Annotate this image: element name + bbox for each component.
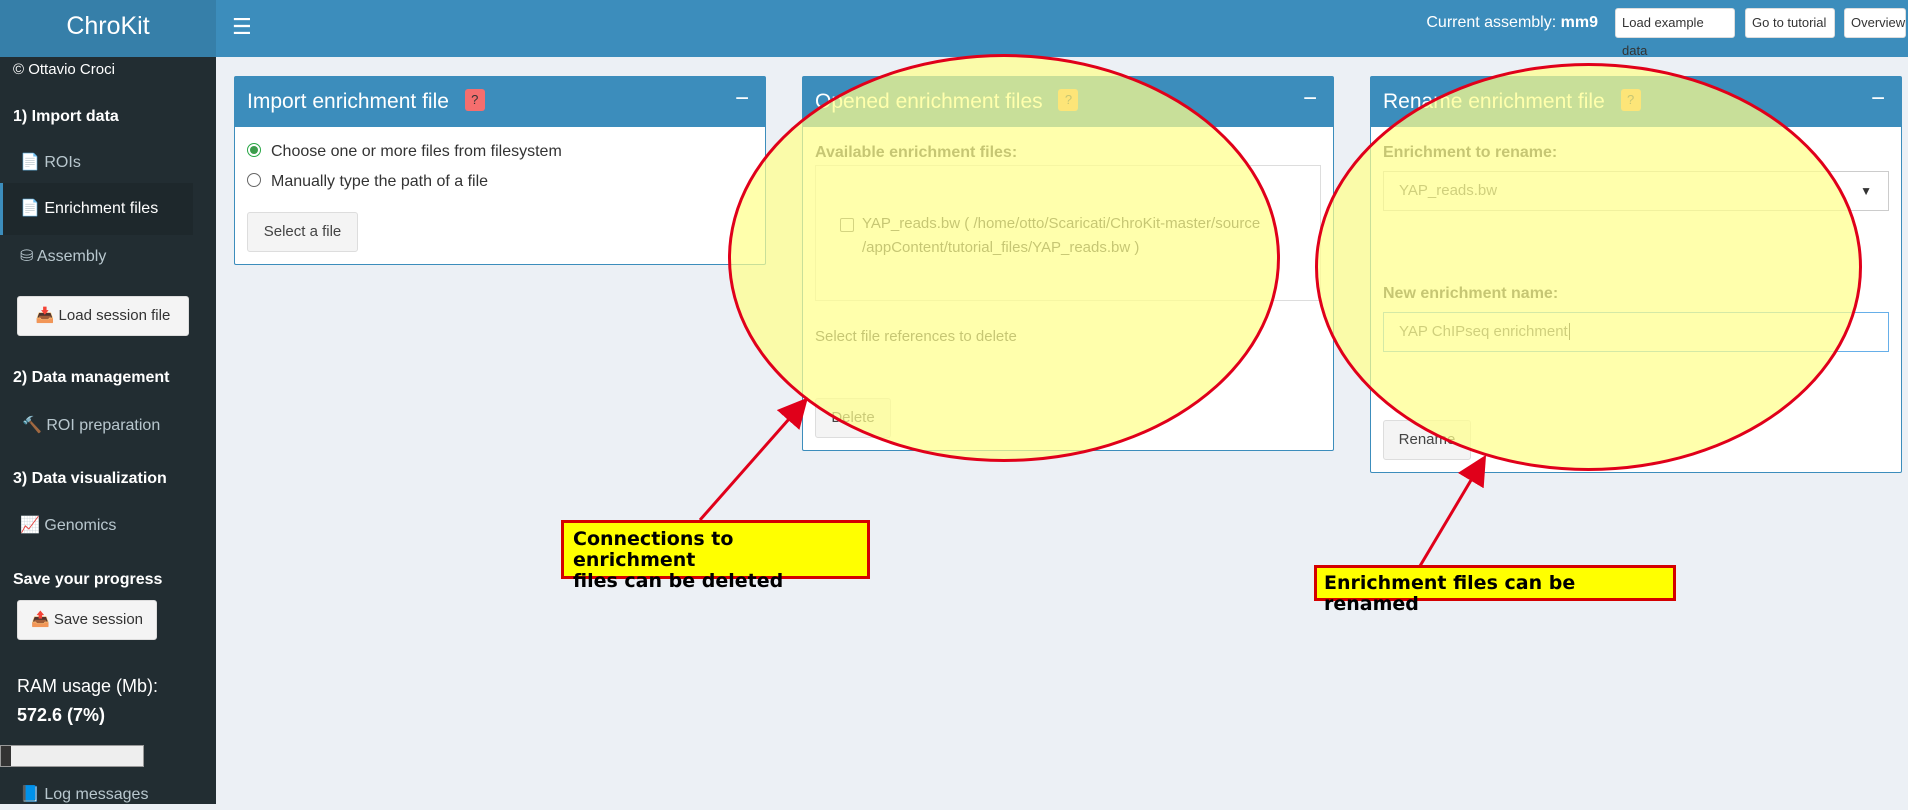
section-import-data: 1) Import data (13, 108, 119, 125)
go-to-tutorial-button[interactable]: Go to tutorial (1745, 8, 1835, 38)
new-name-label: New enrichment name: (1383, 285, 1559, 302)
sidebar-item-genomics[interactable]: 📈 Genomics (0, 506, 193, 546)
import-enrichment-box: Import enrichment file ? − Choose one or… (234, 76, 766, 265)
box-title: Import enrichment file ? (247, 89, 485, 114)
help-icon[interactable]: ? (1620, 89, 1641, 112)
opened-enrichment-box: Opened enrichment files ? − Available en… (802, 76, 1334, 451)
import-box-title: Import enrichment file (247, 90, 449, 113)
delete-button[interactable]: Delete (815, 398, 891, 438)
current-assembly: Current assembly: mm9 (1426, 14, 1598, 32)
file-export-icon: 📤 (30, 611, 50, 628)
save-session-button[interactable]: 📤 Save session (17, 600, 157, 640)
hammer-icon: 🔨 (22, 417, 42, 434)
enrichment-select[interactable]: YAP_reads.bw ▼ (1383, 171, 1889, 211)
sidebar-item-label: ROI preparation (46, 417, 161, 434)
sidebar-item-enrichment-files[interactable]: 📄 Enrichment files (0, 183, 193, 235)
sidebar-item-label: Log messages (44, 786, 149, 803)
box-header: Import enrichment file ? − (235, 77, 765, 127)
callout-delete: Connections to enrichment files can be d… (561, 520, 870, 592)
sidebar-item-log-messages[interactable]: 📘 Log messages (0, 780, 193, 810)
input-value: YAP ChIPseq enrichment (1399, 323, 1568, 340)
area-chart-icon: 📈 (20, 517, 40, 534)
caret-down-icon: ▼ (1860, 184, 1872, 198)
radio-button-checked[interactable] (247, 142, 261, 157)
book-icon: 📘 (20, 786, 40, 803)
help-icon[interactable]: ? (1058, 89, 1079, 112)
opened-box-title: Opened enrichment files (815, 90, 1043, 113)
load-example-data-button[interactable]: Load example data (1615, 8, 1735, 58)
load-session-label: Load session file (58, 307, 171, 324)
box-title: Opened enrichment files ? (815, 89, 1079, 114)
file-icon: 📄 (20, 200, 40, 217)
box-title: Rename enrichment file ? (1383, 89, 1641, 114)
ram-usage-value: 572.6 (7%) (17, 705, 106, 725)
arrow-to-delete (698, 397, 808, 521)
load-session-button[interactable]: 📥 Load session file (17, 296, 189, 336)
arrow-to-rename (1418, 454, 1487, 567)
copyright: © Ottavio Croci (13, 61, 115, 78)
box-header: Opened enrichment files ? − (803, 77, 1333, 127)
ram-usage-fill (1, 746, 11, 766)
box-header: Rename enrichment file ? − (1371, 77, 1901, 127)
radio-label: Manually type the path of a file (271, 173, 489, 190)
assembly-value: mm9 (1560, 14, 1598, 31)
database-icon: ⛁ (20, 248, 34, 265)
callout-line: Connections to enrichment (573, 528, 734, 571)
collapse-icon[interactable]: − (1871, 85, 1885, 113)
available-files-label: Available enrichment files: (815, 144, 1018, 161)
file-entry-line: /appContent/tutorial_files/YAP_reads.bw … (862, 239, 1140, 256)
new-name-input[interactable]: YAP ChIPseq enrichment (1383, 312, 1889, 352)
file-import-icon: 📥 (35, 307, 55, 324)
radio-filesystem[interactable]: Choose one or more files from filesystem (247, 142, 562, 161)
help-icon[interactable]: ? (464, 89, 485, 112)
file-entry-line: YAP_reads.bw ( /home/otto/Scaricati/Chro… (862, 215, 1261, 232)
sidebar-item-label: Enrichment files (44, 200, 159, 217)
sidebar-item-roi-preparation[interactable]: 🔨 ROI preparation (0, 406, 193, 446)
radio-button[interactable] (247, 172, 261, 187)
file-list: YAP_reads.bw ( /home/otto/Scaricati/Chro… (815, 165, 1321, 301)
section-data-visualization: 3) Data visualization (13, 470, 167, 487)
app-logo[interactable]: ChroKit (0, 0, 216, 57)
menu-toggle-icon[interactable]: ☰ (232, 14, 252, 40)
file-checkbox[interactable] (840, 218, 854, 232)
radio-label: Choose one or more files from filesystem (271, 143, 562, 160)
section-data-management: 2) Data management (13, 369, 170, 386)
ram-usage-label: RAM usage (Mb): (17, 676, 159, 696)
collapse-icon[interactable]: − (735, 85, 749, 113)
callout-line: files can be deleted (573, 570, 784, 592)
rename-box-title: Rename enrichment file (1383, 90, 1605, 113)
select-value: YAP_reads.bw (1399, 182, 1498, 199)
radio-manual-path[interactable]: Manually type the path of a file (247, 172, 489, 191)
sidebar-item-label: Genomics (44, 517, 117, 534)
ram-usage-bar (0, 745, 144, 767)
callout-rename: Enrichment files can be renamed (1314, 565, 1676, 615)
text-cursor (1568, 323, 1574, 340)
sidebar-item-rois[interactable]: 📄 ROIs (0, 143, 193, 183)
file-icon: 📄 (20, 154, 40, 171)
sidebar-item-label: ROIs (44, 154, 81, 171)
callout-line: Enrichment files can be renamed (1324, 572, 1576, 615)
enrichment-to-rename-label: Enrichment to rename: (1383, 144, 1558, 161)
rename-button[interactable]: Rename (1383, 420, 1471, 460)
assembly-label: Current assembly: (1426, 14, 1557, 31)
rename-enrichment-box: Rename enrichment file ? − Enrichment to… (1370, 76, 1902, 473)
overview-button[interactable]: Overview (1844, 8, 1906, 38)
save-progress-heading: Save your progress (13, 571, 163, 588)
collapse-icon[interactable]: − (1303, 85, 1317, 113)
select-file-button[interactable]: Select a file (247, 212, 358, 252)
sidebar-item-label: Assembly (36, 248, 107, 265)
sidebar-item-assembly[interactable]: ⛁ Assembly (0, 237, 193, 277)
save-session-label: Save session (53, 611, 144, 628)
sidebar: © Ottavio Croci 1) Import data 📄 ROIs 📄 … (0, 57, 216, 804)
delete-hint: Select file references to delete (815, 328, 1017, 345)
file-entry[interactable]: YAP_reads.bw ( /home/otto/Scaricati/Chro… (862, 212, 1260, 260)
